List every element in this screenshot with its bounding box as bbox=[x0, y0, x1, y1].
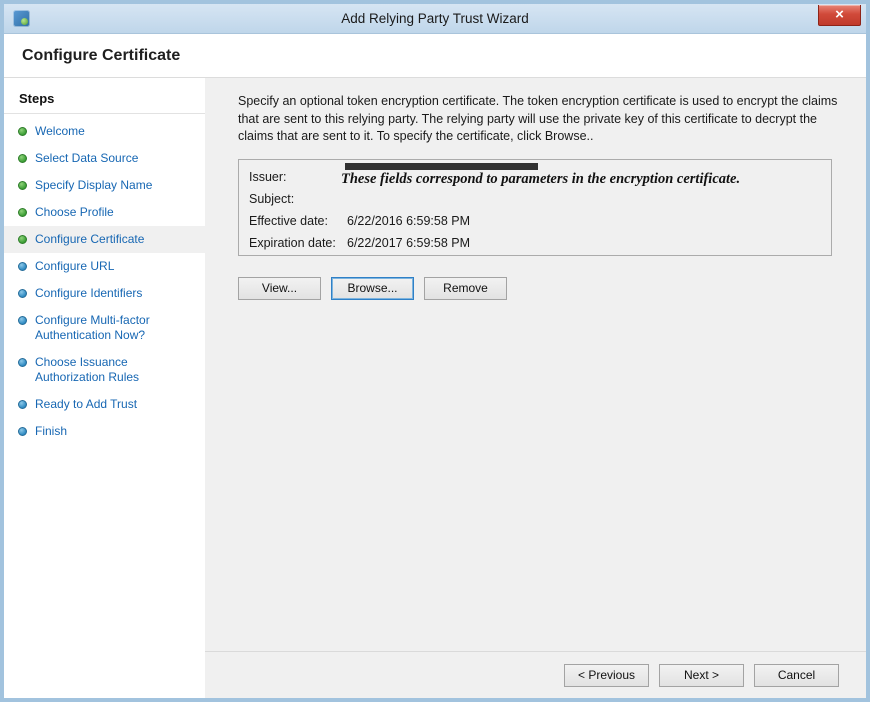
cert-field-label: Issuer: bbox=[249, 169, 347, 185]
browse-button[interactable]: Browse... bbox=[331, 277, 414, 300]
redacted-text-remnant bbox=[345, 163, 538, 170]
cert-field-value bbox=[347, 191, 831, 207]
sidebar-item-label: Welcome bbox=[35, 124, 85, 139]
annotation-note: These fields correspond to parameters in… bbox=[341, 171, 821, 188]
cert-field-label: Subject: bbox=[249, 191, 347, 207]
cert-field-effective-date: Effective date: 6/22/2016 6:59:58 PM bbox=[249, 213, 831, 229]
page-header: Configure Certificate bbox=[4, 34, 866, 78]
sidebar-item-label: Choose Issuance Authorization Rules bbox=[35, 355, 199, 385]
sidebar-item-ready-to-add-trust[interactable]: Ready to Add Trust bbox=[4, 391, 205, 418]
titlebar: Add Relying Party Trust Wizard × bbox=[4, 4, 866, 34]
close-button[interactable]: × bbox=[818, 5, 861, 26]
sidebar-item-select-data-source[interactable]: Select Data Source bbox=[4, 145, 205, 172]
cert-field-label: Expiration date: bbox=[249, 235, 347, 251]
cert-field-value: 6/22/2017 6:59:58 PM bbox=[347, 235, 831, 251]
steps-divider bbox=[4, 113, 205, 114]
sidebar-item-label: Configure URL bbox=[35, 259, 114, 274]
next-button[interactable]: Next > bbox=[659, 664, 744, 687]
step-status-icon bbox=[18, 154, 27, 163]
close-icon: × bbox=[835, 6, 844, 23]
sidebar-item-label: Specify Display Name bbox=[35, 178, 152, 193]
step-status-icon bbox=[18, 316, 27, 325]
sidebar-item-label: Configure Multi-factor Authentication No… bbox=[35, 313, 199, 343]
view-button[interactable]: View... bbox=[238, 277, 321, 300]
sidebar-item-finish[interactable]: Finish bbox=[4, 418, 205, 445]
sidebar-item-choose-profile[interactable]: Choose Profile bbox=[4, 199, 205, 226]
sidebar-item-choose-issuance-rules[interactable]: Choose Issuance Authorization Rules bbox=[4, 349, 205, 391]
step-status-icon bbox=[18, 262, 27, 271]
sidebar-item-configure-multi-factor[interactable]: Configure Multi-factor Authentication No… bbox=[4, 307, 205, 349]
sidebar-item-label: Ready to Add Trust bbox=[35, 397, 137, 412]
step-status-icon bbox=[18, 400, 27, 409]
steps-header: Steps bbox=[4, 87, 205, 113]
main-panel: Specify an optional token encryption cer… bbox=[205, 78, 866, 698]
sidebar-item-label: Choose Profile bbox=[35, 205, 114, 220]
sidebar-item-label: Configure Certificate bbox=[35, 232, 144, 247]
sidebar-item-specify-display-name[interactable]: Specify Display Name bbox=[4, 172, 205, 199]
sidebar-item-configure-identifiers[interactable]: Configure Identifiers bbox=[4, 280, 205, 307]
step-status-icon bbox=[18, 181, 27, 190]
wizard-footer: < Previous Next > Cancel bbox=[205, 651, 866, 698]
window-title: Add Relying Party Trust Wizard bbox=[4, 11, 866, 26]
cert-field-subject: Subject: bbox=[249, 191, 831, 207]
sidebar-item-label: Select Data Source bbox=[35, 151, 138, 166]
remove-button[interactable]: Remove bbox=[424, 277, 507, 300]
cert-field-expiration-date: Expiration date: 6/22/2017 6:59:58 PM bbox=[249, 235, 831, 251]
sidebar-item-label: Configure Identifiers bbox=[35, 286, 142, 301]
cert-field-label: Effective date: bbox=[249, 213, 347, 229]
step-description: Specify an optional token encryption cer… bbox=[238, 93, 838, 146]
step-status-icon bbox=[18, 289, 27, 298]
sidebar-item-configure-url[interactable]: Configure URL bbox=[4, 253, 205, 280]
cert-field-value: 6/22/2016 6:59:58 PM bbox=[347, 213, 831, 229]
certificate-details-box: Issuer: Subject: Effective date: 6/22/20… bbox=[238, 159, 832, 256]
previous-button[interactable]: < Previous bbox=[564, 664, 649, 687]
step-status-icon bbox=[18, 208, 27, 217]
page-title: Configure Certificate bbox=[22, 47, 866, 65]
step-status-icon bbox=[18, 358, 27, 367]
step-status-icon bbox=[18, 127, 27, 136]
sidebar-item-label: Finish bbox=[35, 424, 67, 439]
step-status-icon bbox=[18, 427, 27, 436]
cancel-button[interactable]: Cancel bbox=[754, 664, 839, 687]
wizard-window: Add Relying Party Trust Wizard × Configu… bbox=[0, 0, 870, 702]
wizard-icon bbox=[13, 10, 30, 27]
sidebar-item-welcome[interactable]: Welcome bbox=[4, 118, 205, 145]
step-status-icon bbox=[18, 235, 27, 244]
steps-sidebar: Steps Welcome Select Data Source Specify… bbox=[4, 78, 205, 698]
sidebar-item-configure-certificate[interactable]: Configure Certificate bbox=[4, 226, 205, 253]
